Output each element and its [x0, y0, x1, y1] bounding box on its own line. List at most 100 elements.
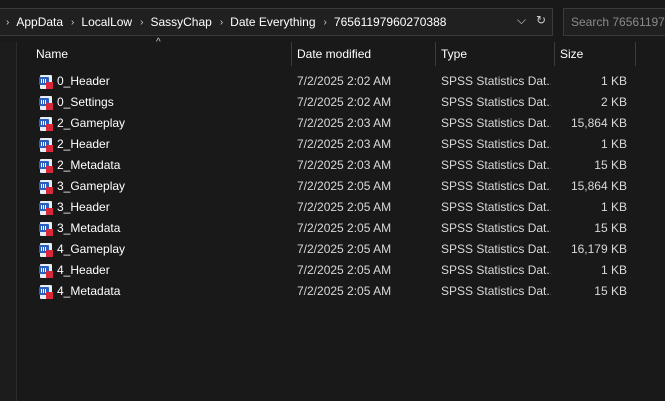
file-size: 15 KB	[594, 221, 627, 235]
refresh-icon[interactable]: ↻	[536, 13, 546, 28]
file-type: SPSS Statistics Dat...	[441, 242, 551, 256]
chevron-right-icon[interactable]: ›	[220, 17, 223, 28]
file-row[interactable]: 4_Metadata 7/2/2025 2:05 AM SPSS Statistic…	[17, 281, 665, 302]
file-type: SPSS Statistics Dat...	[441, 200, 551, 214]
file-date-modified: 7/2/2025 2:05 AM	[297, 263, 392, 277]
file-size: 15,864 KB	[570, 179, 627, 193]
spss-data-file-icon	[39, 221, 53, 236]
address-tools: ⌵ ↻	[517, 13, 546, 28]
file-row[interactable]: 3_Metadata 7/2/2025 2:05 AM SPSS Statistic…	[17, 218, 665, 239]
file-date-modified: 7/2/2025 2:02 AM	[297, 95, 392, 109]
spss-data-file-icon	[39, 263, 53, 278]
file-name: 0_Settings	[57, 95, 114, 109]
navigation-pane[interactable]	[0, 42, 17, 401]
file-date-modified: 7/2/2025 2:03 AM	[297, 137, 392, 151]
spss-data-file-icon	[39, 116, 53, 131]
file-name: 3_Metadata	[57, 221, 121, 235]
spss-data-file-icon	[39, 284, 53, 299]
column-header-row: Name Date modified Type Size	[17, 42, 665, 66]
file-date-modified: 7/2/2025 2:02 AM	[297, 74, 392, 88]
spss-data-file-icon	[39, 137, 53, 152]
breadcrumb-locallow[interactable]: LocalLow	[81, 15, 132, 29]
file-name-cell[interactable]: 2_Metadata	[39, 155, 289, 176]
file-date-modified: 7/2/2025 2:03 AM	[297, 116, 392, 130]
file-row[interactable]: 3_Gameplay 7/2/2025 2:05 AM SPSS Statistic…	[17, 176, 665, 197]
spss-data-file-icon	[39, 95, 53, 110]
chevron-right-icon[interactable]: ›	[324, 17, 327, 28]
column-divider[interactable]	[635, 42, 636, 66]
file-name: 4_Gameplay	[57, 242, 126, 256]
file-type: SPSS Statistics Dat...	[441, 179, 551, 193]
chevron-right-icon[interactable]: ›	[140, 17, 143, 28]
file-row[interactable]: 2_Header 7/2/2025 2:03 AM SPSS Statistics …	[17, 134, 665, 155]
file-name-cell[interactable]: 4_Header	[39, 260, 289, 281]
file-type: SPSS Statistics Dat...	[441, 116, 551, 130]
file-name: 3_Gameplay	[57, 179, 126, 193]
file-type: SPSS Statistics Dat...	[441, 95, 551, 109]
breadcrumb-sassychap[interactable]: SassyChap	[150, 15, 211, 29]
file-size: 16,179 KB	[570, 242, 627, 256]
file-name: 2_Metadata	[57, 158, 121, 172]
chevron-right-icon[interactable]: ›	[6, 17, 9, 28]
file-row[interactable]: 4_Gameplay 7/2/2025 2:05 AM SPSS Statistic…	[17, 239, 665, 260]
file-row[interactable]: 2_Gameplay 7/2/2025 2:03 AM SPSS Statistic…	[17, 113, 665, 134]
column-divider[interactable]	[291, 42, 292, 66]
file-rows: 0_Header 7/2/2025 2:02 AM SPSS Statistics …	[17, 71, 665, 302]
column-divider[interactable]	[435, 42, 436, 66]
file-name-cell[interactable]: 2_Gameplay	[39, 113, 289, 134]
file-name: 4_Metadata	[57, 284, 121, 298]
spss-data-file-icon	[39, 158, 53, 173]
chevron-right-icon[interactable]: ›	[71, 17, 74, 28]
file-name: 3_Header	[57, 200, 110, 214]
spss-data-file-icon	[39, 179, 53, 194]
column-header-size[interactable]: Size	[560, 42, 583, 66]
column-header-type[interactable]: Type	[441, 42, 467, 66]
file-type: SPSS Statistics Dat...	[441, 263, 551, 277]
file-date-modified: 7/2/2025 2:03 AM	[297, 158, 392, 172]
file-size: 1 KB	[600, 137, 627, 151]
spss-data-file-icon	[39, 200, 53, 215]
file-type: SPSS Statistics Dat...	[441, 74, 551, 88]
column-header-date-modified[interactable]: Date modified	[297, 42, 371, 66]
file-date-modified: 7/2/2025 2:05 AM	[297, 200, 392, 214]
file-date-modified: 7/2/2025 2:05 AM	[297, 221, 392, 235]
breadcrumb-appdata[interactable]: AppData	[16, 15, 63, 29]
file-size: 15 KB	[594, 284, 627, 298]
file-row[interactable]: 3_Header 7/2/2025 2:05 AM SPSS Statistics …	[17, 197, 665, 218]
file-name: 2_Gameplay	[57, 116, 126, 130]
file-name-cell[interactable]: 0_Settings	[39, 92, 289, 113]
file-type: SPSS Statistics Dat...	[441, 284, 551, 298]
column-divider[interactable]	[554, 42, 555, 66]
column-header-name[interactable]: Name	[36, 42, 68, 66]
file-name-cell[interactable]: 0_Header	[39, 71, 289, 92]
file-name-cell[interactable]: 3_Metadata	[39, 218, 289, 239]
file-type: SPSS Statistics Dat...	[441, 221, 551, 235]
file-row[interactable]: 0_Settings 7/2/2025 2:02 AM SPSS Statistic…	[17, 92, 665, 113]
file-name: 2_Header	[57, 137, 110, 151]
file-name-cell[interactable]: 4_Gameplay	[39, 239, 289, 260]
file-size: 15 KB	[594, 158, 627, 172]
file-size: 15,864 KB	[570, 116, 627, 130]
spss-data-file-icon	[39, 74, 53, 89]
spss-data-file-icon	[39, 242, 53, 257]
file-size: 1 KB	[600, 263, 627, 277]
breadcrumb-current-folder[interactable]: 76561197960270388	[334, 15, 447, 29]
file-row[interactable]: 4_Header 7/2/2025 2:05 AM SPSS Statistics …	[17, 260, 665, 281]
file-size: 1 KB	[600, 200, 627, 214]
address-bar[interactable]: › AppData › LocalLow › SassyChap › Date …	[0, 8, 553, 36]
search-input[interactable]: Search 76561197960270388	[563, 8, 665, 36]
file-name-cell[interactable]: 3_Gameplay	[39, 176, 289, 197]
file-name-cell[interactable]: 4_Metadata	[39, 281, 289, 302]
file-type: SPSS Statistics Dat...	[441, 158, 551, 172]
chevron-down-icon[interactable]: ⌵	[517, 13, 526, 28]
file-row[interactable]: 2_Metadata 7/2/2025 2:03 AM SPSS Statistic…	[17, 155, 665, 176]
breadcrumb-date-everything[interactable]: Date Everything	[230, 15, 315, 29]
file-date-modified: 7/2/2025 2:05 AM	[297, 242, 392, 256]
file-date-modified: 7/2/2025 2:05 AM	[297, 284, 392, 298]
file-name: 0_Header	[57, 74, 110, 88]
file-name: 4_Header	[57, 263, 110, 277]
file-name-cell[interactable]: 2_Header	[39, 134, 289, 155]
file-name-cell[interactable]: 3_Header	[39, 197, 289, 218]
file-row[interactable]: 0_Header 7/2/2025 2:02 AM SPSS Statistics …	[17, 71, 665, 92]
file-type: SPSS Statistics Dat...	[441, 137, 551, 151]
